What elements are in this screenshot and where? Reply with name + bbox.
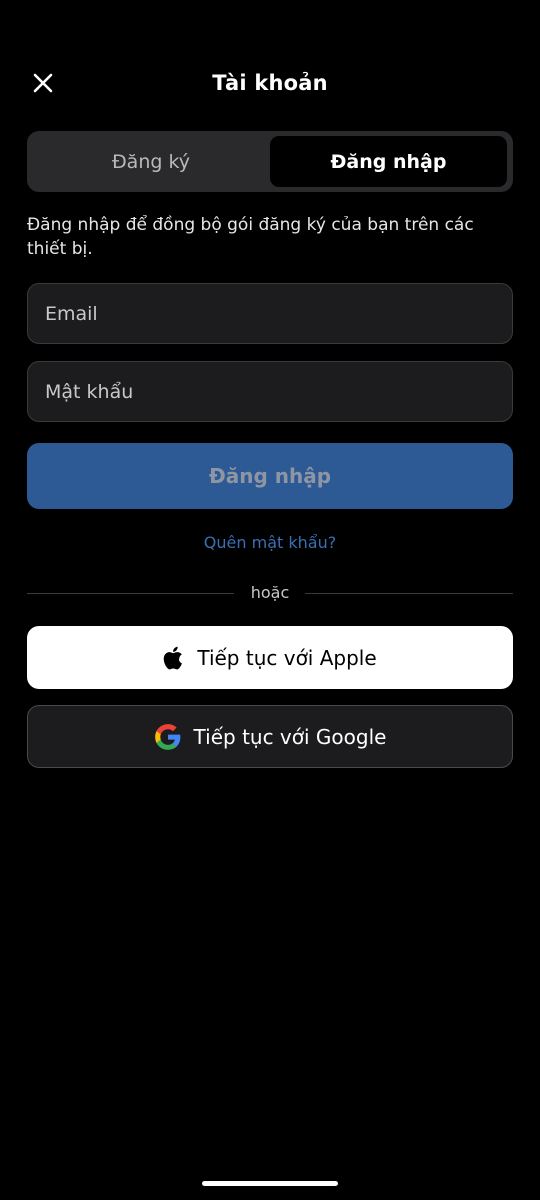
forgot-password-link[interactable]: Quên mật khẩu?: [0, 533, 540, 552]
home-indicator[interactable]: [202, 1181, 338, 1186]
divider-line-right: [305, 593, 513, 594]
page-title: Tài khoản: [212, 71, 328, 95]
password-field: [27, 361, 513, 422]
tab-signup[interactable]: Đăng ký: [32, 136, 270, 187]
google-icon: [154, 723, 182, 751]
auth-mode-switch: Đăng ký Đăng nhập: [27, 131, 513, 192]
header: Tài khoản: [0, 60, 540, 110]
login-button[interactable]: Đăng nhập: [27, 443, 513, 509]
password-input[interactable]: [28, 362, 512, 421]
login-description: Đăng nhập để đồng bộ gói đăng ký của bạn…: [27, 215, 474, 259]
email-field: [27, 283, 513, 344]
apple-signin-button[interactable]: Tiếp tục với Apple: [27, 626, 513, 689]
apple-icon: [163, 645, 185, 671]
apple-signin-label: Tiếp tục với Apple: [197, 645, 377, 670]
tab-login[interactable]: Đăng nhập: [270, 136, 507, 187]
google-signin-label: Tiếp tục với Google: [193, 724, 387, 749]
google-signin-button[interactable]: Tiếp tục với Google: [27, 705, 513, 768]
email-input[interactable]: [28, 284, 512, 343]
